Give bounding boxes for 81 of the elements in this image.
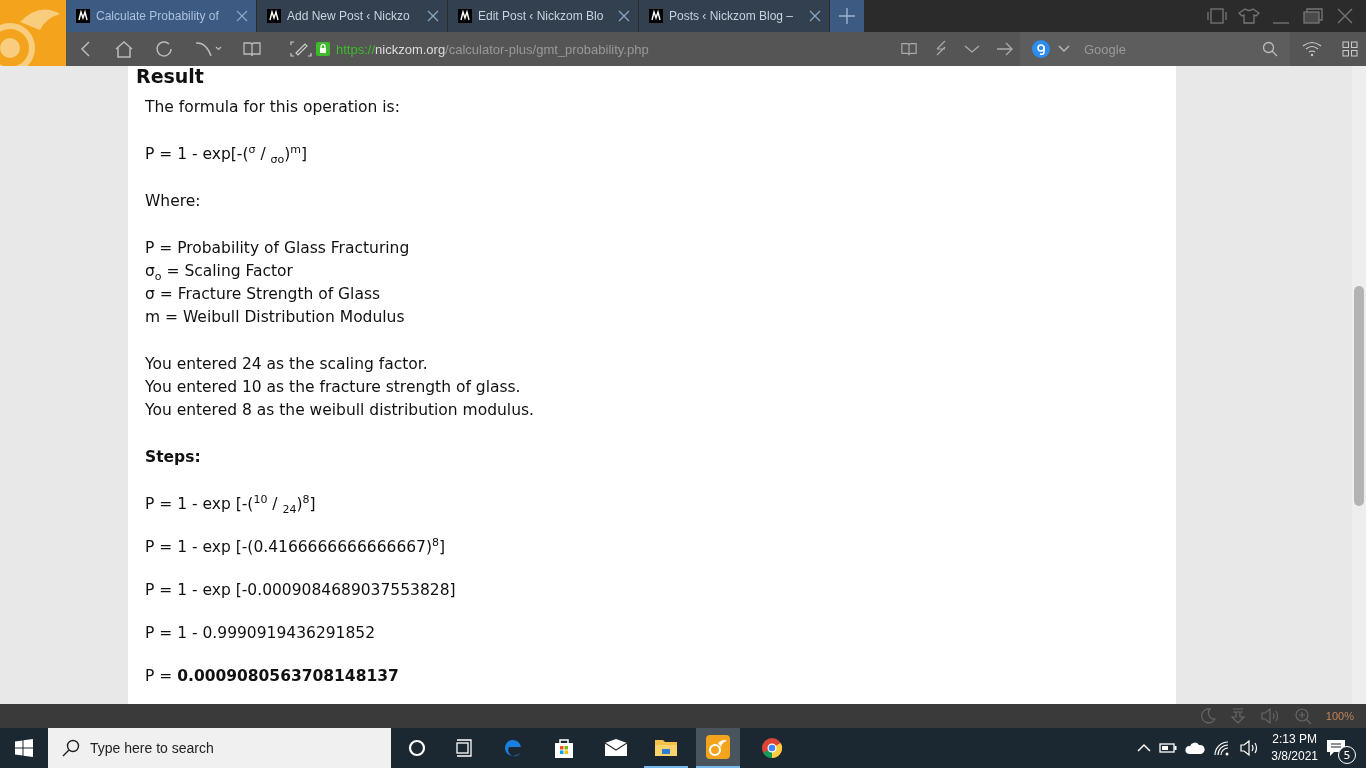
result-text: P = 1 - exp[-($^{σ}$ / $_{σo}$)$^{m}$] [145, 143, 309, 166]
result-text: m = Weibull Distribution Modulus [145, 307, 406, 328]
site-favicon-icon [649, 9, 663, 23]
uc-browser-button[interactable] [696, 728, 740, 768]
browser-tab[interactable]: Calculate Probability of [66, 0, 256, 32]
new-tab-button[interactable] [830, 0, 864, 32]
site-favicon-icon [458, 9, 472, 23]
result-text: σ$_{o}$ = Scaling Factor [145, 261, 294, 283]
chrome-icon[interactable] [761, 737, 783, 759]
taskbar-search-field[interactable]: Type here to search [48, 728, 391, 768]
clock-date: 3/8/2021 [1271, 748, 1318, 765]
browser-logo-icon [0, 0, 66, 66]
edge-browser-icon[interactable] [502, 737, 524, 759]
close-icon[interactable] [809, 10, 821, 22]
plus-icon [838, 7, 856, 25]
restore-icon[interactable] [1302, 8, 1324, 24]
clock-time: 2:13 PM [1272, 731, 1317, 748]
grid-icon[interactable] [1342, 41, 1358, 57]
result-text: σ = Fracture Strength of Glass [145, 284, 382, 305]
result-text: P = 1 - exp [-($^{10}$ / $_{24}$)$^{8}$] [145, 493, 317, 516]
tab-title: Posts ‹ Nickzom Blog – [669, 9, 795, 23]
close-icon[interactable] [427, 10, 439, 22]
book-icon[interactable] [900, 41, 918, 57]
battery-icon[interactable] [1159, 743, 1178, 753]
result-text: P = Probability of Glass Fracturing [145, 238, 411, 259]
lightning-icon[interactable] [934, 40, 948, 58]
result-text: P = 1 - exp [-0.0009084689037553828] [145, 580, 457, 601]
phone-icon[interactable] [1206, 8, 1228, 24]
chevron-up-icon[interactable] [1137, 743, 1152, 753]
result-text: The formula for this operation is: [145, 97, 401, 118]
reload-icon[interactable] [154, 40, 174, 58]
result-text: P = 1 - exp [-(0.4166666666666667)$^{8}$] [145, 536, 447, 558]
result-text: P = 0.0009080563708148137 [145, 666, 400, 687]
browser-tab[interactable]: Edit Post ‹ Nickzom Blo [448, 0, 638, 32]
shirt-icon[interactable] [1238, 8, 1260, 24]
task-view-icon[interactable] [455, 739, 473, 757]
browser-tab[interactable]: Posts ‹ Nickzom Blog – [639, 0, 829, 32]
zoom-level[interactable]: 100% [1325, 710, 1354, 722]
speaker-icon[interactable] [1239, 740, 1260, 756]
clock-button[interactable]: 2:13 PM 3/8/2021 [1271, 731, 1318, 765]
folder-icon [654, 737, 678, 757]
store-bag-icon[interactable] [553, 737, 575, 759]
mail-envelope-icon[interactable] [604, 739, 628, 757]
cortana-icon[interactable] [408, 739, 426, 757]
result-heading: Result [136, 66, 205, 86]
close-icon[interactable] [236, 10, 248, 22]
cloud-icon[interactable] [1185, 742, 1206, 754]
result-text: Steps: [145, 447, 202, 468]
arrow-right-icon[interactable] [996, 42, 1014, 56]
download-icon[interactable] [1229, 708, 1246, 724]
moon-icon[interactable] [1199, 708, 1216, 724]
book-icon[interactable] [242, 40, 262, 58]
result-text: You entered 8 as the weibull distribution modulus. [145, 400, 535, 421]
search-icon [62, 739, 80, 757]
result-text: Where: [145, 191, 202, 212]
tab-title: Calculate Probability of [96, 9, 220, 23]
chevron-down-icon[interactable] [964, 44, 980, 54]
search-placeholder: Google [1084, 41, 1126, 57]
site-favicon-icon [267, 9, 281, 23]
result-text: You entered 10 as the fracture strength of glass. [145, 377, 522, 398]
lock-icon [316, 42, 330, 56]
close-icon[interactable] [618, 10, 630, 22]
site-favicon-icon [76, 9, 90, 23]
search-placeholder: Type here to search [90, 740, 214, 756]
windows-start-icon[interactable] [15, 739, 33, 757]
scrollbar-thumb[interactable] [1354, 286, 1364, 506]
url-text: https://nickzom.org/calculator-plus/gmt_probability.php [336, 41, 649, 57]
notification-count: 5 [1338, 746, 1356, 764]
search-engine-icon[interactable] [1032, 40, 1050, 58]
result-text: You entered 24 as the scaling factor. [145, 354, 429, 375]
chevron-down-icon[interactable] [1058, 45, 1070, 53]
zoom-in-icon[interactable] [1293, 707, 1312, 725]
browser-tab[interactable]: Add New Post ‹ Nickzo [257, 0, 447, 32]
result-text: P = 1 - 0.9990919436291852 [145, 623, 377, 644]
squirrel-logo-icon [706, 735, 730, 759]
tab-title: Add New Post ‹ Nickzo [287, 9, 411, 23]
home-icon[interactable] [114, 40, 134, 58]
search-icon[interactable] [1262, 41, 1278, 57]
tab-title: Edit Post ‹ Nickzom Blo [478, 9, 605, 23]
notification-button[interactable]: 5 [1326, 728, 1356, 768]
scrollbar[interactable] [1352, 66, 1366, 704]
